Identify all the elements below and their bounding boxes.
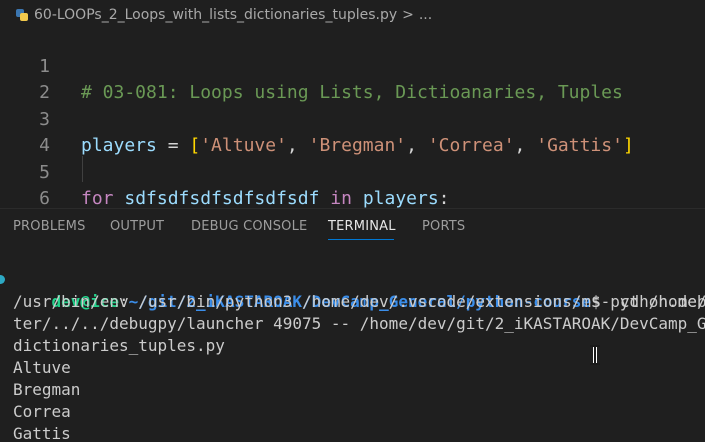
colon: : bbox=[438, 188, 450, 208]
chevron-right-icon: > bbox=[402, 7, 414, 23]
loop-variable: sdfsdfsdfsdfsdfsdf bbox=[124, 188, 320, 208]
terminal-output-line: Correa bbox=[13, 402, 71, 421]
tab-output[interactable]: OUTPUT bbox=[110, 219, 164, 234]
indent-guide bbox=[82, 156, 83, 182]
code-line-2[interactable]: 2 bbox=[0, 54, 705, 103]
active-tab-indicator bbox=[328, 239, 394, 240]
keyword-for: for bbox=[81, 188, 114, 208]
code-line-5[interactable]: 5 for sdfsdfsdfsdfsdfsdf in players: bbox=[0, 134, 705, 208]
terminal-output-line: Bregman bbox=[13, 380, 81, 399]
breadcrumb-file[interactable]: 60-LOOPs_2_Loops_with_lists_dictionaries… bbox=[34, 7, 397, 23]
iterable: players bbox=[362, 188, 439, 208]
terminal-output-line: Altuve bbox=[13, 358, 71, 377]
code-content: for sdfsdfsdfsdfsdfsdf in players: bbox=[81, 186, 450, 208]
command-decoration-icon[interactable] bbox=[0, 275, 5, 284]
code-line-6[interactable]: 6 print(sdfsdfsdfsdfsdfsdf) bbox=[0, 160, 705, 208]
text-cursor-icon bbox=[589, 344, 601, 366]
breadcrumb: 60-LOOPs_2_Loops_with_lists_dictionaries… bbox=[0, 0, 705, 30]
line-number: 6 bbox=[39, 188, 50, 208]
tab-ports[interactable]: PORTS bbox=[422, 219, 465, 234]
terminal-output-line: Gattis bbox=[13, 424, 71, 442]
code-line-1[interactable]: 1 # 03-081: Loops using Lists, Dictioana… bbox=[0, 30, 705, 103]
code-editor[interactable]: 1 # 03-081: Loops using Lists, Dictioana… bbox=[0, 30, 705, 208]
tab-terminal[interactable]: TERMINAL bbox=[328, 219, 396, 234]
terminal-output-line: dictionaries_tuples.py bbox=[13, 336, 225, 355]
keyword-in: in bbox=[330, 188, 352, 208]
python-file-icon bbox=[14, 7, 30, 23]
tab-debug-console[interactable]: DEBUG CONSOLE bbox=[191, 219, 307, 234]
code-line-4[interactable]: 4 bbox=[0, 107, 705, 156]
breadcrumb-ellipsis[interactable]: ... bbox=[419, 7, 432, 23]
tab-problems[interactable]: PROBLEMS bbox=[13, 219, 86, 234]
code-line-3[interactable]: 3 players = ['Altuve', 'Bregman', 'Corre… bbox=[0, 81, 705, 156]
terminal-output-line: /usr/bin/env /usr/bin/python3 /home/dev/… bbox=[13, 292, 705, 311]
terminal-output-line: ter/../../debugpy/launcher 49075 -- /hom… bbox=[13, 314, 705, 333]
